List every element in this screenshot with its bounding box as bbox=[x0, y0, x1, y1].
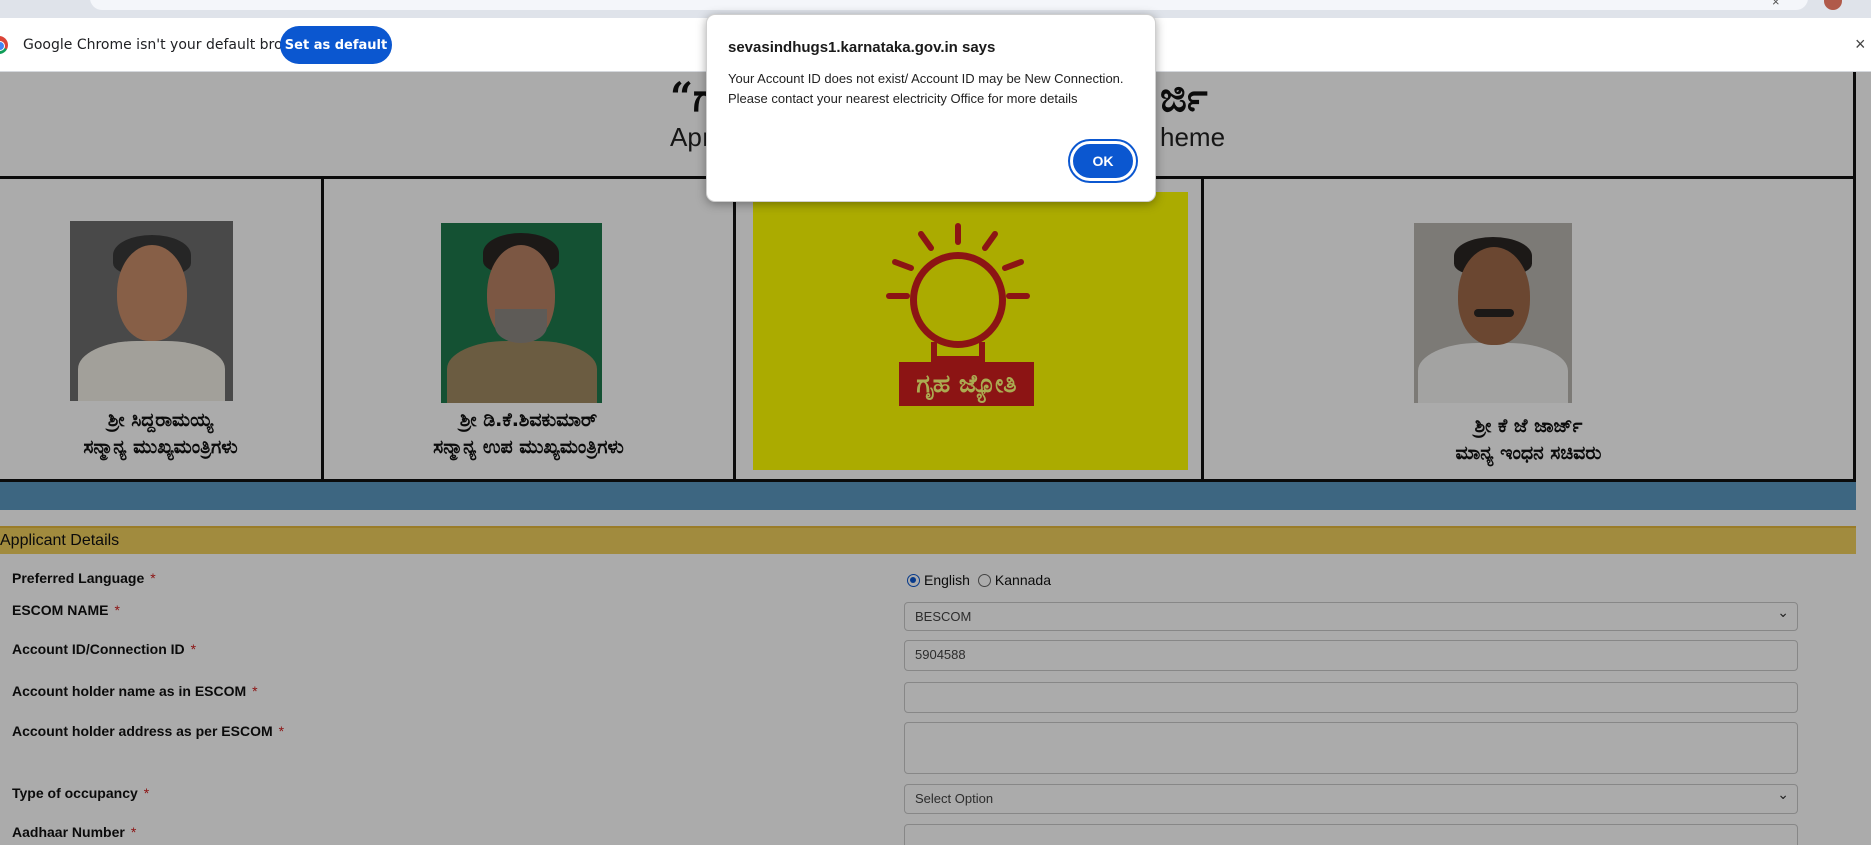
alert-title: sevasindhugs1.karnataka.gov.in says bbox=[728, 39, 996, 56]
profile-avatar[interactable] bbox=[1824, 0, 1842, 10]
alert-dialog: sevasindhugs1.karnataka.gov.in says Your… bbox=[706, 14, 1156, 202]
alert-ok-button[interactable]: OK bbox=[1070, 141, 1136, 181]
infobar-close-icon[interactable]: × bbox=[1855, 34, 1866, 55]
infobar-message: Google Chrome isn't your default browser bbox=[23, 37, 316, 53]
set-as-default-button[interactable]: Set as default bbox=[280, 26, 392, 64]
clear-address-icon[interactable]: × bbox=[1772, 0, 1780, 9]
alert-message: Your Account ID does not exist/ Account … bbox=[728, 71, 1124, 106]
address-bar[interactable] bbox=[90, 0, 1808, 10]
